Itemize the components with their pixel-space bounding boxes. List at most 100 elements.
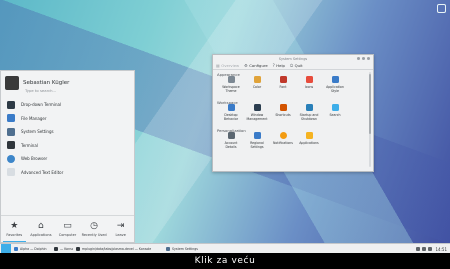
window-icon bbox=[253, 104, 261, 111]
overview-icon: ▦ bbox=[216, 63, 220, 68]
regional-icon bbox=[253, 132, 261, 139]
list-item-label: Advanced Text Editor bbox=[21, 169, 64, 175]
taskbar-task[interactable]: System Settings bbox=[163, 245, 213, 253]
maximize-button[interactable] bbox=[362, 56, 365, 60]
app-icon bbox=[76, 246, 80, 251]
category-applications[interactable]: Applications bbox=[297, 132, 321, 154]
list-item-label: Web Browser bbox=[21, 156, 48, 162]
taskbar-task-label: mplugin/data/tabs/plasma-devel — Konsole bbox=[82, 246, 152, 251]
caption-text[interactable]: Klik za veću bbox=[195, 256, 256, 266]
app-icon bbox=[54, 246, 58, 251]
category-row: Workspace Theme Color Font Icons Application… bbox=[213, 76, 373, 98]
taskbar-task-label: System Settings bbox=[172, 246, 198, 251]
close-button[interactable] bbox=[367, 56, 370, 60]
category-label: Shortcuts bbox=[275, 113, 291, 117]
star-icon: ★ bbox=[10, 221, 19, 231]
text-editor-icon bbox=[7, 168, 15, 177]
list-item-label: File Manager bbox=[21, 115, 47, 121]
system-settings-window: System Settings ▦ Overview ⚙ Configure? Help… bbox=[212, 54, 374, 172]
category-row: Account Details Regional Settings Notifica… bbox=[213, 132, 373, 154]
applications-star-icon bbox=[305, 132, 313, 139]
tab-computer[interactable]: ▭ Computer bbox=[54, 216, 81, 242]
category-startup-and-shutdown[interactable]: Startup and Shutdown bbox=[297, 104, 321, 126]
app-icon bbox=[166, 246, 170, 251]
tab-recently-used[interactable]: ◷ Recently Used bbox=[81, 216, 108, 242]
category-label: Color bbox=[252, 85, 262, 89]
search-input[interactable]: Type to search... bbox=[25, 88, 56, 93]
help-button[interactable]: ? Help bbox=[273, 63, 285, 68]
battery-icon[interactable] bbox=[428, 247, 433, 251]
leave-icon: ⇥ bbox=[116, 221, 125, 231]
taskbar-task[interactable]: mplugin/data/tabs/plasma-devel — Konsole bbox=[73, 245, 163, 253]
taskbar-task[interactable]: — Konsole bbox=[51, 245, 73, 253]
category-notifications[interactable]: Notifications bbox=[271, 132, 295, 154]
applications-icon: ⌂ bbox=[38, 221, 44, 231]
application-launcher-button[interactable] bbox=[1, 244, 11, 253]
list-item[interactable]: System Settings bbox=[7, 125, 132, 139]
scrollbar-thumb[interactable] bbox=[369, 74, 371, 134]
category-label: Account Details bbox=[224, 141, 238, 149]
network-icon[interactable] bbox=[416, 247, 421, 251]
caption-bar: Klik za veću bbox=[0, 253, 450, 269]
category-label: Regional Settings bbox=[250, 141, 264, 149]
category-label: Workspace Theme bbox=[222, 85, 240, 93]
account-icon bbox=[227, 132, 235, 139]
category-label: Applications bbox=[299, 141, 319, 145]
category-application-style[interactable]: Application Style bbox=[323, 76, 347, 98]
taskbar-task[interactable]: Alpha — Dolphin bbox=[11, 245, 51, 253]
settings-icon bbox=[7, 127, 15, 136]
globe-icon bbox=[7, 154, 15, 163]
configure-button[interactable]: ⚙ Configure bbox=[244, 63, 268, 68]
category-label: Font bbox=[279, 85, 287, 89]
app-icon bbox=[14, 246, 18, 251]
clock[interactable]: 14:51 bbox=[435, 247, 447, 252]
desktop-icon bbox=[227, 104, 235, 111]
toolbar-label: Help bbox=[276, 63, 285, 68]
avatar bbox=[5, 76, 19, 90]
list-item[interactable]: Web Browser bbox=[7, 152, 132, 166]
list-item[interactable]: Advanced Text Editor bbox=[7, 166, 132, 180]
category-workspace-theme[interactable]: Workspace Theme bbox=[219, 76, 243, 98]
help-icon: ? bbox=[272, 63, 275, 68]
category-color[interactable]: Color bbox=[245, 76, 269, 98]
theme-icon bbox=[227, 76, 235, 83]
category-label: Window Management bbox=[246, 113, 268, 121]
tab-leave[interactable]: ⇥ Leave bbox=[107, 216, 134, 242]
volume-icon[interactable] bbox=[422, 247, 427, 251]
settings-categories: Appearance Workspace Theme Color Font Icons A… bbox=[213, 70, 373, 154]
style-icon bbox=[331, 76, 339, 83]
tab-label: Favorites bbox=[6, 233, 23, 237]
notifications-icon bbox=[279, 132, 287, 139]
taskbar-task-label: Alpha — Dolphin bbox=[20, 246, 47, 251]
clock-icon: ◷ bbox=[90, 221, 98, 231]
quit-button[interactable]: ⏻ Quit bbox=[290, 63, 303, 68]
category-desktop-behavior[interactable]: Desktop Behavior bbox=[219, 104, 243, 126]
toolbar-label: Quit bbox=[294, 63, 303, 68]
list-item[interactable]: Drop-down Terminal bbox=[7, 98, 132, 112]
desktop-toolbox-button[interactable] bbox=[437, 4, 446, 13]
category-label: Startup and Shutdown bbox=[299, 113, 319, 121]
toolbar-label: Configure bbox=[249, 63, 268, 68]
tab-label: Applications bbox=[30, 233, 52, 237]
minimize-button[interactable] bbox=[357, 56, 360, 60]
list-item[interactable]: Terminal bbox=[7, 139, 132, 153]
category-window-management[interactable]: Window Management bbox=[245, 104, 269, 126]
overview-button[interactable]: ▦ Overview bbox=[216, 63, 239, 68]
category-regional-settings[interactable]: Regional Settings bbox=[245, 132, 269, 154]
tab-favorites[interactable]: ★ Favorites bbox=[1, 216, 28, 242]
category-search[interactable]: Search bbox=[323, 104, 347, 126]
category-font[interactable]: Font bbox=[271, 76, 295, 98]
category-shortcuts[interactable]: Shortcuts bbox=[271, 104, 295, 126]
folder-icon bbox=[7, 114, 15, 123]
list-item[interactable]: File Manager bbox=[7, 112, 132, 126]
user-name: Sebastian Kügler bbox=[23, 79, 70, 86]
tab-applications[interactable]: ⌂ Applications bbox=[28, 216, 55, 242]
window-titlebar[interactable]: System Settings bbox=[213, 55, 373, 62]
color-icon bbox=[253, 76, 261, 83]
search-icon bbox=[331, 104, 339, 111]
category-account-details[interactable]: Account Details bbox=[219, 132, 243, 154]
taskbar-task-label: — Konsole bbox=[60, 246, 73, 251]
category-icons[interactable]: Icons bbox=[297, 76, 321, 98]
system-tray: 14:51 bbox=[414, 245, 447, 253]
scrollbar[interactable] bbox=[369, 72, 371, 167]
